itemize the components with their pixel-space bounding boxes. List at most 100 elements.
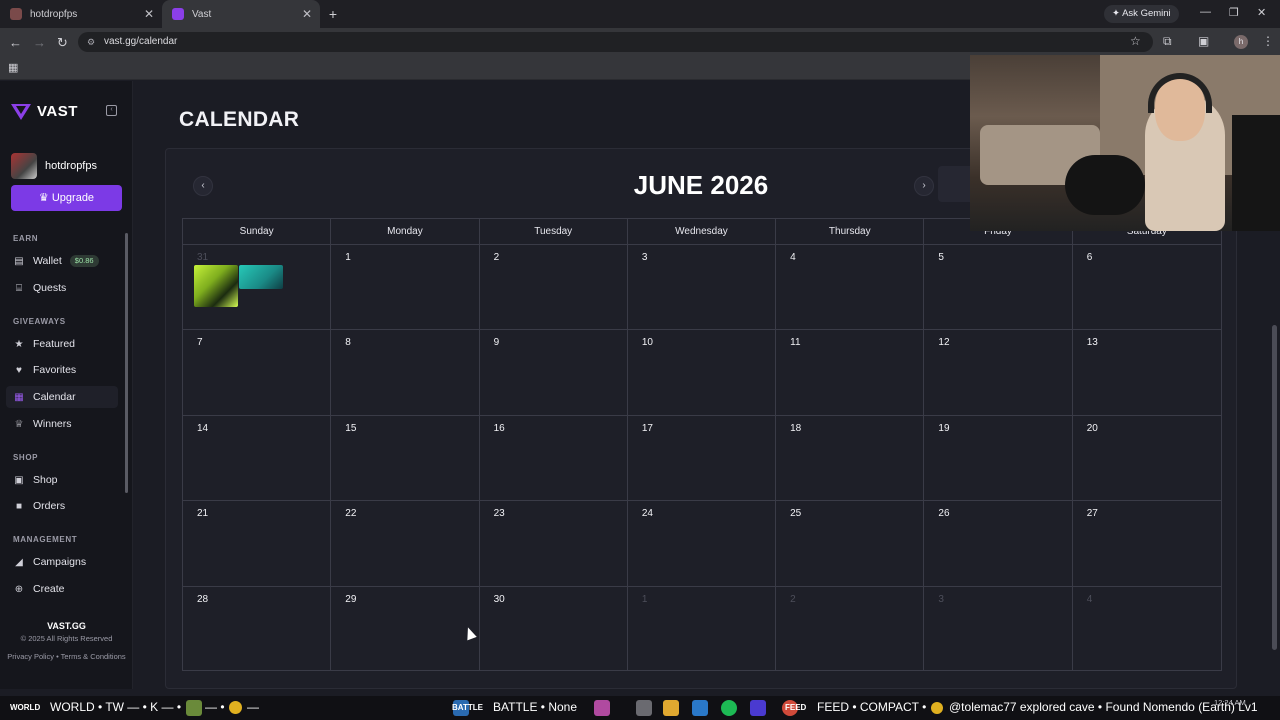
calendar-day-cell[interactable]: 1 <box>628 586 777 670</box>
sidebar-item-wallet[interactable]: ▤ Wallet $0.86 <box>6 250 118 272</box>
calendar-day-cell[interactable]: 14 <box>183 415 332 501</box>
world-label-small: WORLD <box>10 703 41 712</box>
day-number: 1 <box>345 252 351 263</box>
giveaway-thumbnail[interactable] <box>239 265 283 289</box>
sidebar-item-shop[interactable]: ▣ Shop <box>6 469 118 491</box>
calendar-day-cell[interactable]: 19 <box>924 415 1073 501</box>
calendar-day-cell[interactable]: 31 <box>183 245 332 330</box>
calendar-day-cell[interactable]: 25 <box>776 501 925 586</box>
calendar-day-cell[interactable]: 18 <box>776 415 925 501</box>
coin-icon <box>931 702 943 714</box>
calendar-day-cell[interactable]: 9 <box>480 330 628 415</box>
calendar-day-cell[interactable]: 7 <box>183 330 332 415</box>
calendar-day-cell[interactable]: 26 <box>924 501 1073 586</box>
calendar-day-cell[interactable]: 28 <box>183 586 332 670</box>
day-number: 8 <box>345 337 351 349</box>
calendar-day-cell[interactable]: 17 <box>628 415 777 501</box>
sidebar-item-campaigns[interactable]: ◢ Campaigns <box>6 551 118 573</box>
close-icon[interactable]: ✕ <box>144 7 154 21</box>
calendar-day-cell[interactable]: 24 <box>628 501 777 586</box>
sidebar-item-calendar[interactable]: ▦ Calendar <box>6 386 118 408</box>
reload-icon[interactable]: ↻ <box>57 35 68 51</box>
day-number: 18 <box>790 422 802 434</box>
spotify-icon[interactable] <box>721 700 737 716</box>
sidebar-item-featured[interactable]: ★ Featured <box>6 333 118 355</box>
calendar-day-cell[interactable]: 11 <box>776 330 925 415</box>
calendar-day-cell[interactable]: 21 <box>183 501 332 586</box>
day-number: 10 <box>641 337 653 349</box>
profile-avatar[interactable]: h <box>1234 35 1248 49</box>
apps-grid-icon[interactable]: ▦ <box>8 61 18 74</box>
extensions-icon[interactable]: ⧉ <box>1163 34 1172 49</box>
calendar-day-cell[interactable]: 27 <box>1073 501 1221 585</box>
close-icon[interactable]: ✕ <box>302 7 312 21</box>
sidebar-scroll-thumb[interactable] <box>125 233 128 493</box>
calendar-day-cell[interactable]: 2 <box>776 586 925 670</box>
calendar-day-cell[interactable]: 30 <box>480 586 628 670</box>
sidebar-item-orders[interactable]: ■ Orders <box>6 495 118 517</box>
calendar-day-cell[interactable]: 22 <box>331 501 480 586</box>
calendar-day-cell[interactable]: 16 <box>480 415 628 501</box>
upgrade-button[interactable]: ♛ Upgrade <box>11 185 122 211</box>
view-toggle-button[interactable] <box>938 166 974 202</box>
calendar-day-cell[interactable]: 4 <box>1073 587 1221 670</box>
calendar-day-cell[interactable]: 5 <box>924 245 1073 330</box>
back-icon[interactable]: ← <box>9 35 22 50</box>
calendar-day-cell[interactable]: 29 <box>331 586 480 670</box>
menu-kebab-icon[interactable]: ⋮ <box>1262 34 1274 48</box>
sidebar-item-quests[interactable]: ⌸ Quests <box>6 277 118 299</box>
day-number: 28 <box>197 593 209 605</box>
calendar-day-cell[interactable]: 2 <box>480 245 628 330</box>
weekday-header: Thursday <box>776 219 925 244</box>
calendar-day-cell[interactable]: 12 <box>924 330 1073 415</box>
calendar-day-cell[interactable]: 3 <box>628 245 777 330</box>
maximize-icon[interactable]: ❐ <box>1229 6 1239 19</box>
main-scrollbar[interactable] <box>1272 325 1277 650</box>
ask-gemini-button[interactable]: ✦ Ask Gemini <box>1104 5 1179 23</box>
weekday-header: Tuesday <box>480 219 628 244</box>
app-icon[interactable] <box>594 700 610 716</box>
calendar-day-cell[interactable]: 4 <box>776 245 925 330</box>
weekday-header: Wednesday <box>628 219 777 244</box>
url-field[interactable]: ⚙ vast.gg/calendar <box>78 32 1153 52</box>
calendar-day-cell[interactable]: 3 <box>924 586 1073 670</box>
new-tab-button[interactable]: + <box>320 0 346 28</box>
page-title: CALENDAR <box>179 108 300 131</box>
notepad-icon[interactable] <box>692 700 708 716</box>
calendar-day-cell[interactable]: 6 <box>1073 245 1221 329</box>
calendar-day-cell[interactable]: 15 <box>331 415 480 501</box>
vast-logo-icon <box>11 103 31 120</box>
terms-link[interactable]: Terms & Conditions <box>61 652 126 661</box>
forward-icon[interactable]: → <box>33 35 46 50</box>
next-month-button[interactable]: › <box>914 176 934 196</box>
close-window-icon[interactable]: ✕ <box>1257 6 1266 19</box>
sidebar-item-create[interactable]: ⊕ Create <box>6 578 118 600</box>
system-clock: 12:24 AM <box>1214 698 1246 707</box>
side-panel-icon[interactable]: ▣ <box>1198 34 1209 48</box>
calendar-day-cell[interactable]: 8 <box>331 330 480 415</box>
sidebar-item-favorites[interactable]: ♥ Favorites <box>6 359 118 381</box>
bookmark-star-icon[interactable]: ☆ <box>1130 34 1141 48</box>
privacy-policy-link[interactable]: Privacy Policy <box>7 652 54 661</box>
site-info-icon[interactable]: ⚙ <box>87 32 95 52</box>
taskview-icon[interactable] <box>636 700 652 716</box>
sidebar-item-winners[interactable]: ♕ Winners <box>6 413 118 435</box>
calendar-day-cell[interactable]: 13 <box>1073 330 1221 414</box>
sidebar-item-label: Wallet <box>33 255 62 267</box>
day-number: 21 <box>197 508 209 520</box>
file-explorer-icon[interactable] <box>663 700 679 716</box>
calendar-day-cell[interactable]: 20 <box>1073 416 1221 500</box>
calendar-day-cell[interactable]: 10 <box>628 330 777 415</box>
tab-hotdropfps[interactable]: hotdropfps ✕ <box>0 0 162 28</box>
vast-logo[interactable]: VAST <box>11 103 78 120</box>
collapse-sidebar-icon[interactable]: ‹ <box>106 105 117 116</box>
user-profile[interactable]: hotdropfps <box>11 153 97 179</box>
day-number: 15 <box>345 422 357 434</box>
minimize-icon[interactable]: — <box>1200 6 1211 18</box>
hud-fx-icon[interactable] <box>750 700 766 716</box>
calendar-day-cell[interactable]: 1 <box>331 245 480 330</box>
giveaway-thumbnail[interactable] <box>194 265 238 307</box>
tab-vast[interactable]: Vast ✕ <box>162 0 320 28</box>
calendar-day-cell[interactable]: 23 <box>480 501 628 586</box>
cam-dog <box>1065 155 1145 215</box>
